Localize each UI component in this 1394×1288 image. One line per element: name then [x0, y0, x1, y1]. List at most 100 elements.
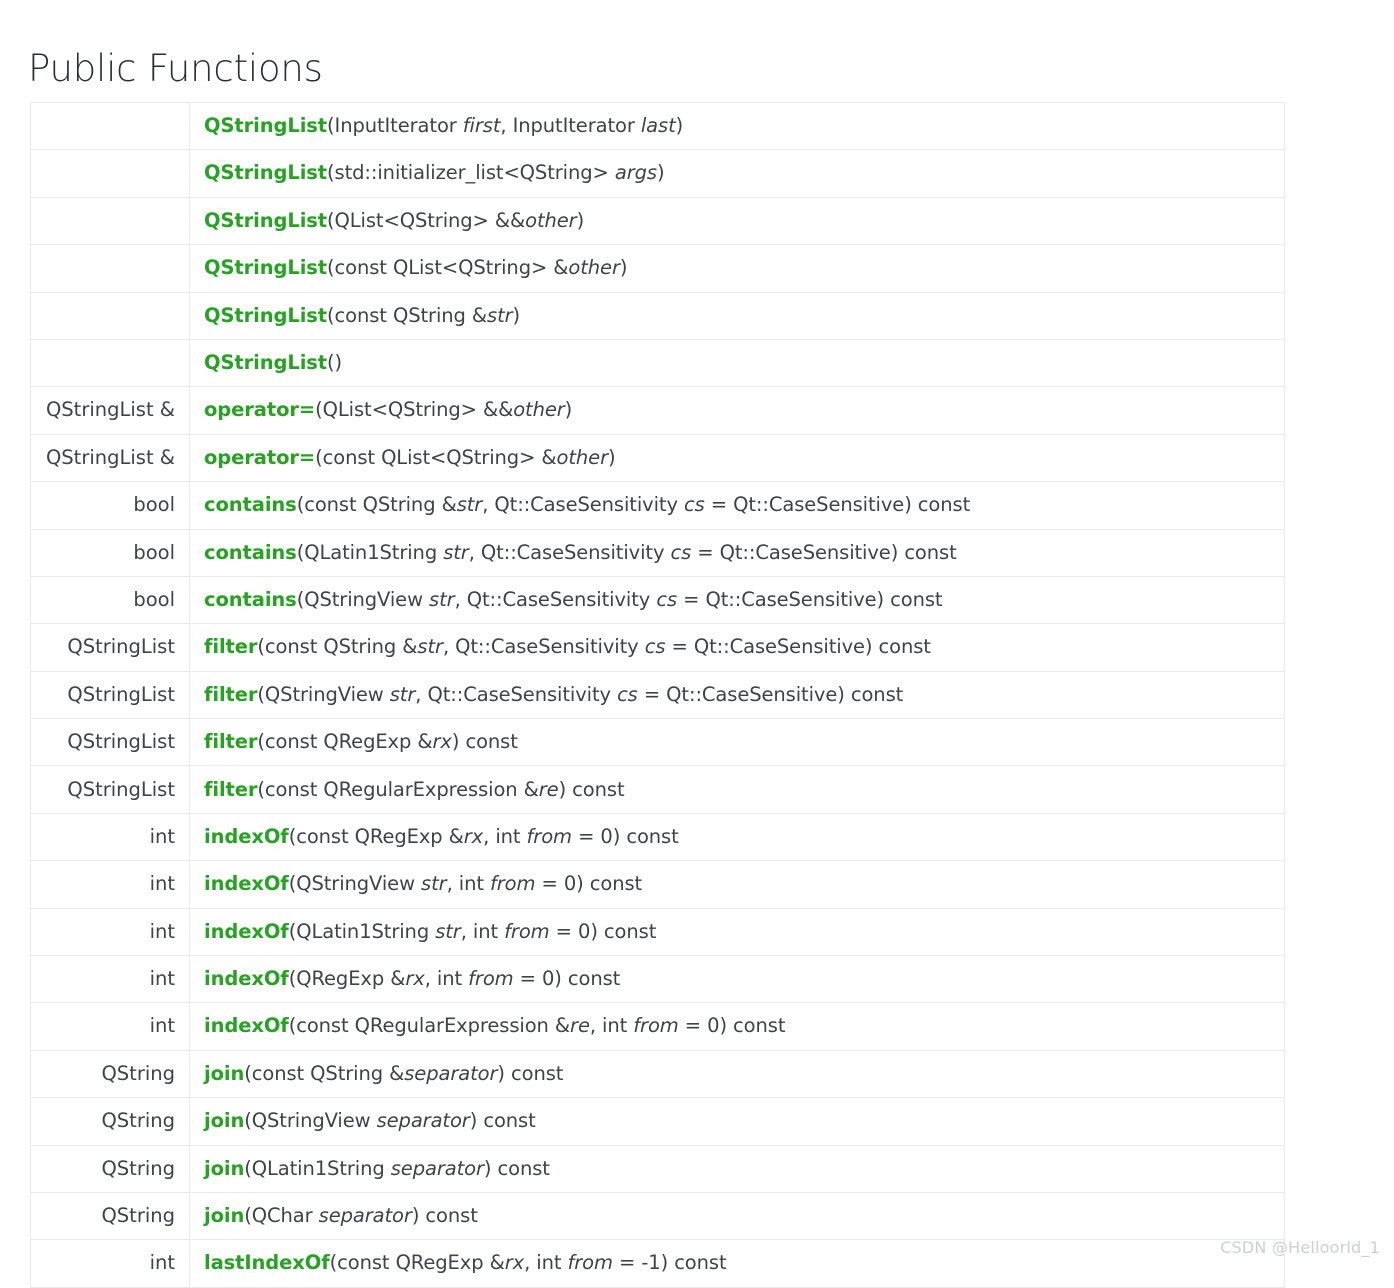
function-name-link[interactable]: indexOf	[204, 872, 289, 895]
function-name-link[interactable]: contains	[204, 541, 297, 564]
function-signature-cell: indexOf(const QRegExp &rx, int from = 0)…	[189, 812, 1285, 862]
parameter-name: str	[443, 540, 469, 564]
table-row: QString join(QStringView separator) const	[30, 1097, 1285, 1146]
parameter-name: str	[389, 682, 416, 706]
return-type-cell	[30, 291, 190, 340]
function-name-link[interactable]: indexOf	[204, 1014, 289, 1037]
function-name-link[interactable]: filter	[204, 635, 258, 658]
function-name-link[interactable]: QStringList	[204, 351, 327, 374]
parameter-name: cs	[656, 587, 678, 611]
parameter-name: other	[556, 445, 609, 469]
table-row: int indexOf(QStringView str, int from = 0…	[30, 860, 1285, 909]
function-name-link[interactable]: join	[204, 1062, 244, 1085]
function-name-link[interactable]: operator=	[204, 398, 315, 421]
parameter-name: rx	[504, 1251, 525, 1275]
function-name-link[interactable]: filter	[204, 778, 258, 801]
parameter-name: re	[538, 777, 559, 801]
parameter-name: cs	[684, 493, 705, 517]
parameter-name: re	[570, 1014, 590, 1038]
table-row: QStringList(const QList<QString> &other)	[30, 244, 1285, 293]
page-title: Public Functions	[28, 46, 323, 90]
return-type-cell	[30, 244, 190, 293]
function-name-link[interactable]: indexOf	[204, 967, 289, 990]
function-name-link[interactable]: indexOf	[204, 825, 289, 848]
return-type-cell: QString	[30, 1191, 190, 1241]
return-type-cell: QStringList &	[30, 433, 190, 483]
function-name-link[interactable]: contains	[204, 493, 297, 516]
table-row: bool contains(const QString &str, Qt::Cas…	[30, 481, 1285, 530]
table-row: bool contains(QLatin1String str, Qt::Case…	[30, 528, 1285, 577]
return-type-cell: bool	[30, 575, 190, 625]
function-name-link[interactable]: contains	[204, 588, 297, 611]
function-arguments: (const QList<QString> &other)	[327, 256, 628, 280]
table-row: QStringList(std::initializer_list<QStrin…	[30, 149, 1285, 198]
function-arguments: (const QRegExp &rx) const	[257, 730, 518, 754]
function-name-link[interactable]: filter	[204, 683, 258, 706]
table-row: QStringList filter(const QString &str, Qt…	[30, 623, 1285, 672]
return-type-cell	[30, 101, 190, 151]
function-name-link[interactable]: QStringList	[204, 304, 327, 327]
public-functions-table-body: QStringList(InputIterator first, InputIt…	[30, 101, 1285, 1288]
parameter-name: first	[462, 114, 501, 138]
function-signature-cell: QStringList(std::initializer_list<QStrin…	[189, 149, 1285, 198]
function-arguments: (QChar separator) const	[244, 1204, 478, 1228]
return-type-cell: QStringList	[30, 670, 190, 720]
function-arguments: (InputIterator first, InputIterator last…	[327, 114, 684, 138]
public-functions-table-wrapper: QStringList(InputIterator first, InputIt…	[30, 101, 1285, 1288]
function-name-link[interactable]: join	[204, 1157, 244, 1180]
table-row: QString join(const QString &separator) co…	[30, 1049, 1285, 1099]
return-type-cell: int	[30, 955, 190, 1004]
parameter-name: separator	[404, 1061, 498, 1085]
return-type-cell: int	[30, 812, 190, 862]
table-row: QStringList & operator=(QList<QString> &&…	[30, 386, 1285, 435]
return-type-cell: int	[30, 1239, 190, 1288]
function-arguments: (const QString &separator) const	[244, 1061, 564, 1085]
return-type-cell: QString	[30, 1144, 190, 1193]
table-row: QStringList(const QString &str)	[30, 291, 1285, 340]
function-signature-cell: QStringList(QList<QString> &&other)	[189, 196, 1285, 246]
parameter-name: rx	[463, 824, 484, 848]
function-name-link[interactable]: QStringList	[204, 256, 327, 279]
parameter-name: rx	[432, 730, 452, 754]
function-name-link[interactable]: QStringList	[204, 209, 327, 232]
parameter-name: str	[487, 303, 513, 327]
parameter-name: cs	[617, 682, 638, 706]
table-row: QStringList filter(QStringView str, Qt::C…	[30, 670, 1285, 720]
function-name-link[interactable]: join	[204, 1109, 244, 1132]
parameter-name: other	[513, 398, 565, 422]
parameter-name: other	[525, 208, 577, 232]
documentation-page: Public Functions QStringList(InputIterat…	[0, 0, 1394, 1288]
return-type-cell: QStringList	[30, 718, 190, 767]
parameter-name: from	[633, 1014, 679, 1038]
function-signature-cell: join(QChar separator) const	[189, 1191, 1285, 1241]
parameter-name: str	[435, 919, 461, 943]
function-signature-cell: operator=(const QList<QString> &other)	[189, 433, 1285, 483]
function-signature-cell: indexOf(QLatin1String str, int from = 0)…	[189, 907, 1285, 957]
function-name-link[interactable]: operator=	[204, 446, 315, 469]
parameter-name: rx	[405, 967, 425, 991]
function-signature-cell: indexOf(QRegExp &rx, int from = 0) const	[189, 955, 1285, 1004]
table-row: QStringList(InputIterator first, InputIt…	[30, 101, 1285, 151]
function-name-link[interactable]: QStringList	[204, 161, 327, 184]
function-name-link[interactable]: join	[204, 1204, 244, 1227]
function-signature-cell: indexOf(const QRegularExpression &re, in…	[189, 1002, 1285, 1051]
function-name-link[interactable]: indexOf	[204, 920, 289, 943]
table-row: QStringList()	[30, 338, 1285, 388]
public-functions-table: QStringList(InputIterator first, InputIt…	[30, 101, 1285, 1288]
function-signature-cell: join(QStringView separator) const	[189, 1097, 1285, 1146]
parameter-name: other	[568, 256, 620, 280]
function-signature-cell: contains(QStringView str, Qt::CaseSensit…	[189, 575, 1285, 625]
function-name-link[interactable]: QStringList	[204, 114, 327, 137]
function-name-link[interactable]: filter	[204, 730, 258, 753]
function-signature-cell: indexOf(QStringView str, int from = 0) c…	[189, 860, 1285, 909]
function-signature-cell: operator=(QList<QString> &&other)	[189, 386, 1285, 435]
return-type-cell	[30, 338, 190, 388]
function-signature-cell: QStringList(const QString &str)	[189, 291, 1285, 340]
return-type-cell: QStringList &	[30, 386, 190, 435]
function-name-link[interactable]: lastIndexOf	[204, 1251, 330, 1274]
function-signature-cell: filter(const QString &str, Qt::CaseSensi…	[189, 623, 1285, 672]
return-type-cell	[30, 196, 190, 246]
function-arguments: ()	[327, 350, 343, 374]
parameter-name: str	[456, 493, 483, 517]
parameter-name: from	[468, 967, 514, 991]
